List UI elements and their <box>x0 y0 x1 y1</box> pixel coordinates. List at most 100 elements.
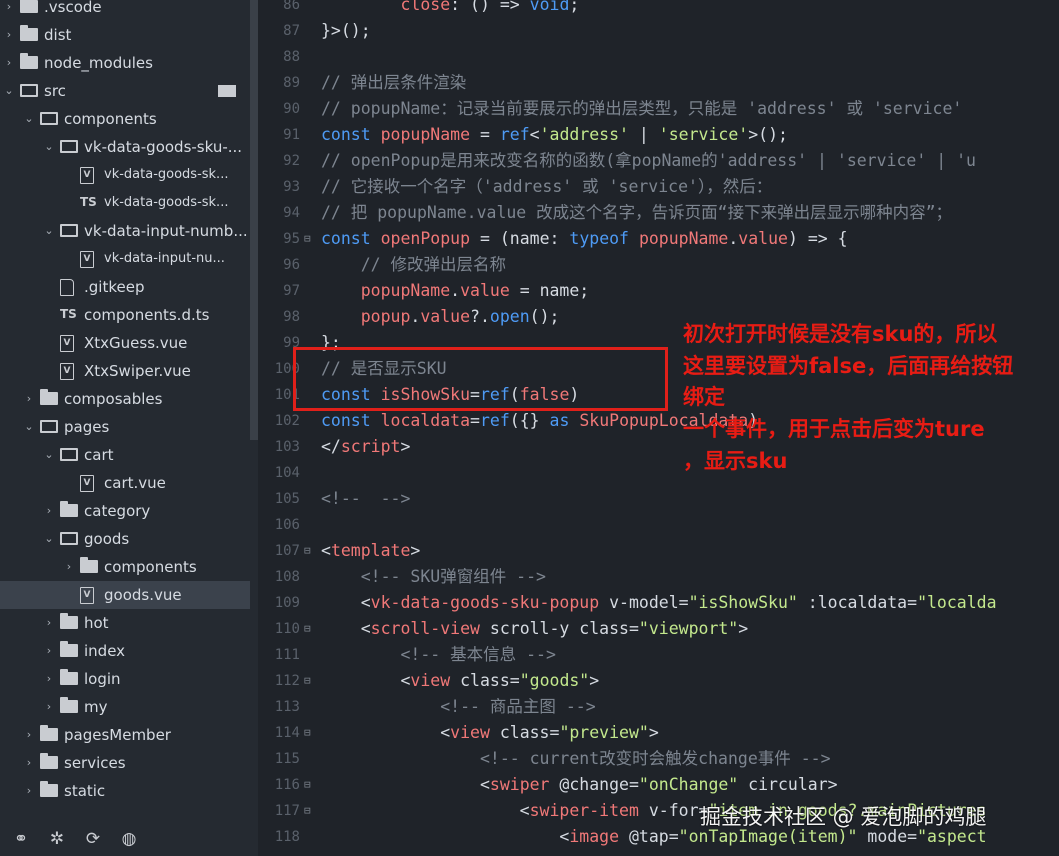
code-line[interactable]: <view class="preview"> <box>321 720 659 746</box>
code-line[interactable]: // 修改弹出层名称 <box>321 252 506 278</box>
chevron-right-icon[interactable]: › <box>42 665 56 693</box>
code-line[interactable]: }>(); <box>321 18 371 44</box>
line-number: 117 <box>274 803 300 819</box>
fold-toggle-icon[interactable]: ⊟ <box>304 616 314 642</box>
fold-toggle-icon[interactable]: ⊟ <box>304 226 314 252</box>
vue-file-icon: V <box>60 363 74 380</box>
tree-item[interactable]: Vgoods.vue <box>0 581 250 609</box>
folder-icon <box>60 669 78 685</box>
tree-item[interactable]: TS components.d.ts <box>0 301 250 329</box>
code-line[interactable]: <scroll-view scroll-y class="viewport"> <box>321 616 748 642</box>
tree-item[interactable]: ⌄ pages <box>0 413 250 441</box>
chevron-down-icon[interactable]: ⌄ <box>42 217 56 245</box>
code-line[interactable]: // openPopup是用来改变名称的函数(拿popName的'address… <box>321 148 976 174</box>
code-line[interactable]: <!-- 商品主图 --> <box>321 694 595 720</box>
chevron-right-icon[interactable]: › <box>62 553 76 581</box>
chevron-right-icon[interactable]: › <box>2 49 16 77</box>
folder-open-icon <box>40 420 58 433</box>
tree-item[interactable]: › pagesMember <box>0 721 250 749</box>
chevron-down-icon[interactable]: ⌄ <box>22 413 36 441</box>
tree-item-label: pagesMember <box>64 726 171 744</box>
tree-item[interactable]: ⌄ vk-data-input-numb... <box>0 217 250 245</box>
code-line[interactable]: <!-- SKU弹窗组件 --> <box>321 564 546 590</box>
tree-item[interactable]: V XtxGuess.vue <box>0 329 250 357</box>
code-line[interactable]: <template> <box>321 538 420 564</box>
tree-item[interactable]: › node_modules <box>0 49 250 77</box>
sidebar-scrollbar[interactable] <box>250 0 258 440</box>
tree-item[interactable]: › dist <box>0 21 250 49</box>
binoculars-icon[interactable]: ⚭ <box>10 828 32 850</box>
folder-icon[interactable] <box>218 85 236 97</box>
code-line[interactable]: popup.value?.open(); <box>321 304 560 330</box>
tree-item[interactable]: ⌄ vk-data-goods-sku-... <box>0 133 250 161</box>
chevron-down-icon[interactable]: ⌄ <box>42 441 56 469</box>
tree-item[interactable]: › my <box>0 693 250 721</box>
fold-toggle-icon[interactable]: ⊟ <box>304 668 314 694</box>
tree-item[interactable]: › .vscode <box>0 0 250 21</box>
code-line[interactable]: popupName.value = name; <box>321 278 590 304</box>
chevron-right-icon[interactable]: › <box>22 777 36 805</box>
folder-icon <box>60 501 78 517</box>
tree-item[interactable]: Vvk-data-goods-sk... <box>0 161 250 189</box>
fold-toggle-icon[interactable]: ⊟ <box>304 720 314 746</box>
tree-item[interactable]: › components <box>0 553 250 581</box>
code-line[interactable]: </script> <box>321 434 410 460</box>
line-number: 111 <box>274 647 300 663</box>
code-line[interactable]: <!-- current改变时会触发change事件 --> <box>321 746 831 772</box>
code-line[interactable]: // popupName：记录当前要展示的弹出层类型，只能是 'address'… <box>321 96 962 122</box>
tree-item[interactable]: ⌄ components <box>0 105 250 133</box>
chevron-right-icon[interactable]: › <box>22 749 36 777</box>
tree-item[interactable]: ⌄ goods <box>0 525 250 553</box>
chevron-right-icon[interactable]: › <box>22 385 36 413</box>
code-line[interactable]: <swiper @change="onChange" circular> <box>321 772 838 798</box>
tree-item[interactable]: › category <box>0 497 250 525</box>
fold-toggle-icon[interactable]: ⊟ <box>304 772 314 798</box>
chevron-right-icon[interactable]: › <box>2 0 16 21</box>
line-number: 93 <box>283 179 300 195</box>
tree-item[interactable]: Vcart.vue <box>0 469 250 497</box>
code-line[interactable]: // 它接收一个名字（'address' 或 'service'），然后： <box>321 174 772 200</box>
code-line[interactable]: // 把 popupName.value 改成这个名字，告诉页面“接下来弹出层显… <box>321 200 952 226</box>
tree-item-label: category <box>84 502 151 520</box>
chevron-right-icon[interactable]: › <box>42 609 56 637</box>
code-line[interactable]: <!-- 基本信息 --> <box>321 642 555 668</box>
tree-item[interactable]: › index <box>0 637 250 665</box>
tree-item[interactable]: Vvk-data-input-nu... <box>0 245 250 273</box>
tree-item[interactable]: › login <box>0 665 250 693</box>
chevron-right-icon[interactable]: › <box>42 693 56 721</box>
chevron-down-icon[interactable]: ⌄ <box>2 77 16 105</box>
tree-item[interactable]: › hot <box>0 609 250 637</box>
tree-item[interactable]: ⌄ src <box>0 77 250 105</box>
bug-icon[interactable]: ✲ <box>46 828 68 850</box>
line-number: 107 <box>274 543 300 559</box>
tree-item[interactable]: .gitkeep <box>0 273 250 301</box>
git-icon[interactable]: ⟳ <box>82 828 104 850</box>
chevron-down-icon[interactable]: ⌄ <box>22 105 36 133</box>
line-number: 96 <box>283 257 300 273</box>
folder-icon <box>40 725 58 741</box>
tree-item[interactable]: › services <box>0 749 250 777</box>
code-line[interactable]: <!-- --> <box>321 486 410 512</box>
palette-icon[interactable]: ◍ <box>118 828 140 850</box>
tree-item[interactable]: TS vk-data-goods-sk... <box>0 189 250 217</box>
code-line[interactable]: <vk-data-goods-sku-popup v-model="isShow… <box>321 590 997 616</box>
code-line[interactable]: close: () => void; <box>321 0 579 18</box>
code-line[interactable]: <view class="goods"> <box>321 668 599 694</box>
chevron-down-icon[interactable]: ⌄ <box>42 133 56 161</box>
fold-toggle-icon[interactable]: ⊟ <box>304 798 314 824</box>
chevron-right-icon[interactable]: › <box>2 21 16 49</box>
code-line[interactable]: const openPopup = (name: typeof popupNam… <box>321 226 848 252</box>
code-line[interactable]: // 弹出层条件渲染 <box>321 70 466 96</box>
chevron-down-icon[interactable]: ⌄ <box>42 525 56 553</box>
fold-toggle-icon[interactable]: ⊟ <box>304 538 314 564</box>
chevron-right-icon[interactable]: › <box>42 497 56 525</box>
chevron-right-icon[interactable]: › <box>42 637 56 665</box>
tree-item[interactable]: ⌄ cart <box>0 441 250 469</box>
folder-open-icon <box>40 112 58 125</box>
chevron-right-icon[interactable]: › <box>22 721 36 749</box>
tree-item[interactable]: V XtxSwiper.vue <box>0 357 250 385</box>
tree-item[interactable]: › static <box>0 777 250 805</box>
code-line[interactable]: const popupName = ref<'address' | 'servi… <box>321 122 788 148</box>
tree-item[interactable]: › composables <box>0 385 250 413</box>
folder-open-icon <box>20 84 38 97</box>
